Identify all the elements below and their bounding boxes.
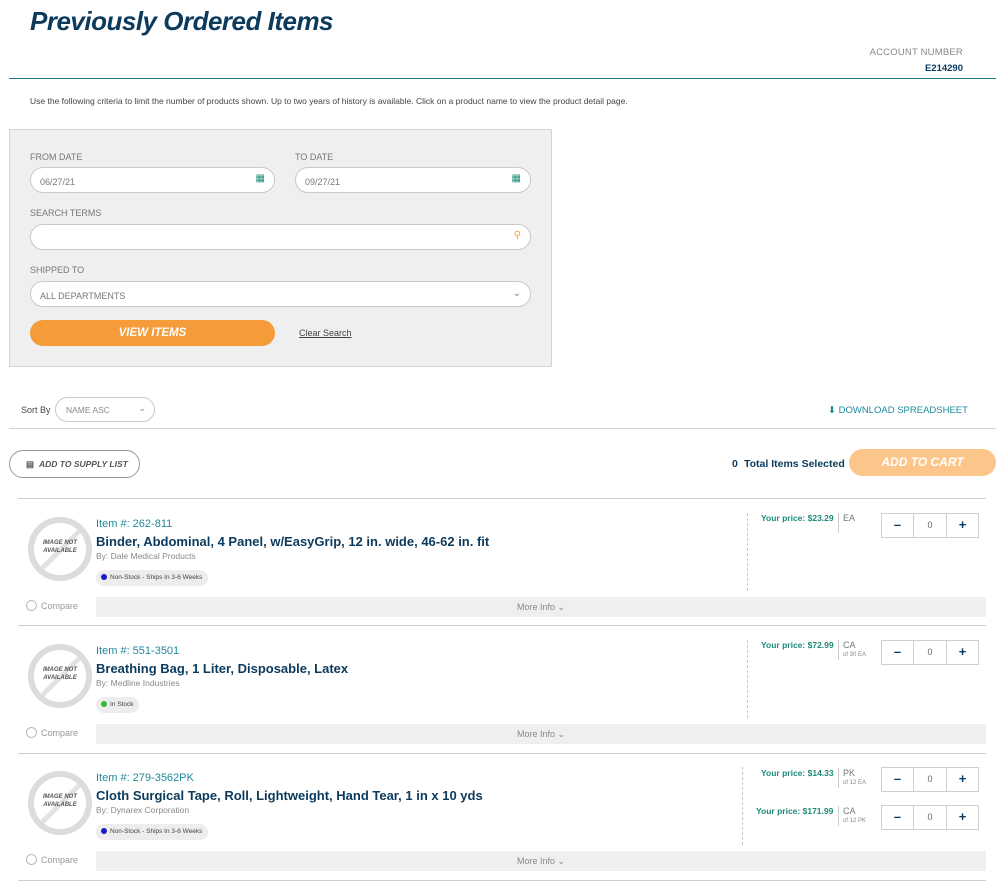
product-card: IMAGE NOT AVAILABLE Item #: 279-3562PK C… [18, 753, 986, 880]
decrement-button[interactable]: – [882, 768, 914, 791]
product-card: IMAGE NOT AVAILABLE Item #: 262-811 Bind… [18, 499, 986, 626]
supply-list-label: ADD TO SUPPLY LIST [39, 459, 128, 469]
unit: CA of 12 PK [838, 806, 866, 826]
sort-by-label: Sort By [21, 405, 51, 415]
unit: EA [838, 513, 855, 533]
manufacturer: By: Dynarex Corporation [96, 805, 190, 815]
product-card: IMAGE NOT AVAILABLE Item #: 551-3501 Bre… [18, 626, 986, 753]
add-to-supply-list-button[interactable]: ▤ ADD TO SUPPLY LIST [9, 450, 140, 478]
no-image-placeholder: IMAGE NOT AVAILABLE [28, 644, 92, 708]
more-info-toggle[interactable]: More Info ⌄ [96, 851, 986, 871]
stock-dot-icon [101, 828, 107, 834]
list-divider [18, 880, 986, 881]
view-items-button[interactable]: VIEW ITEMS [30, 320, 275, 346]
more-info-toggle[interactable]: More Info ⌄ [96, 724, 986, 744]
radio-icon [26, 854, 37, 865]
shipped-to-label: SHIPPED TO [30, 265, 85, 275]
increment-button[interactable]: + [946, 641, 978, 664]
more-info-toggle[interactable]: More Info ⌄ [96, 597, 986, 617]
chevron-down-icon: ⌄ [512, 288, 521, 299]
decrement-button[interactable]: – [882, 514, 914, 537]
download-icon: ⬇ [828, 405, 836, 416]
price-divider [747, 640, 748, 718]
product-name-link[interactable]: Binder, Abdominal, 4 Panel, w/EasyGrip, … [96, 534, 489, 549]
to-date-label: TO DATE [295, 152, 334, 162]
radio-icon [26, 727, 37, 738]
unit: PK of 12 EA [838, 768, 866, 788]
to-date-input[interactable]: 09/27/21 ▦ [295, 167, 531, 193]
price-divider [747, 513, 748, 591]
search-icon[interactable]: ⚲ [514, 230, 521, 241]
manufacturer: By: Dale Medical Products [96, 551, 196, 561]
shipped-to-value: ALL DEPARTMENTS [40, 291, 126, 301]
increment-button[interactable]: + [946, 514, 978, 537]
sort-divider [9, 428, 996, 429]
account-number: E214290 [924, 63, 963, 74]
chevron-down-icon: ⌄ [138, 403, 146, 413]
chevron-down-icon: ⌄ [557, 729, 566, 739]
quantity-value[interactable]: 0 [914, 768, 946, 791]
compare-checkbox[interactable]: Compare [26, 727, 78, 738]
decrement-button[interactable]: – [882, 641, 914, 664]
quantity-value[interactable]: 0 [914, 641, 946, 664]
download-label: DOWNLOAD SPREADSHEET [838, 405, 968, 416]
from-date-label: FROM DATE [30, 152, 83, 162]
compare-checkbox[interactable]: Compare [26, 600, 78, 611]
from-date-value: 06/27/21 [40, 177, 76, 187]
total-items-label: Total Items Selected [744, 458, 845, 470]
filter-panel: FROM DATE 06/27/21 ▦ TO DATE 09/27/21 ▦ … [9, 129, 552, 367]
from-date-input[interactable]: 06/27/21 ▦ [30, 167, 275, 193]
stock-badge: In Stock [96, 697, 140, 713]
item-number: Item #: 262-811 [96, 518, 173, 530]
calendar-icon[interactable]: ▦ [512, 173, 521, 184]
increment-button[interactable]: + [946, 806, 978, 829]
quantity-stepper[interactable]: – 0 + [881, 513, 979, 538]
no-image-placeholder: IMAGE NOT AVAILABLE [28, 771, 92, 835]
chevron-down-icon: ⌄ [557, 856, 566, 866]
page-title: Previously Ordered Items [30, 6, 334, 36]
price: Your price: $72.99 [761, 640, 834, 650]
radio-icon [26, 600, 37, 611]
chevron-down-icon: ⌄ [557, 602, 566, 612]
calendar-icon[interactable]: ▦ [256, 173, 265, 184]
search-input[interactable]: ⚲ [30, 224, 531, 250]
instructions-text: Use the following criteria to limit the … [30, 96, 628, 106]
to-date-value: 09/27/21 [305, 177, 341, 187]
price: Your price: $23.29 [761, 513, 834, 523]
item-number: Item #: 279-3562PK [96, 772, 194, 784]
quantity-stepper[interactable]: – 0 + [881, 767, 979, 792]
increment-button[interactable]: + [946, 768, 978, 791]
sort-value: NAME ASC [66, 405, 110, 415]
sort-select[interactable]: NAME ASC ⌄ [55, 397, 155, 422]
stock-badge: Non-Stock - Ships In 3-6 Weeks [96, 570, 209, 586]
download-spreadsheet-link[interactable]: ⬇ DOWNLOAD SPREADSHEET [828, 405, 968, 416]
quantity-stepper[interactable]: – 0 + [881, 805, 979, 830]
unit: CA of 30 EA [838, 640, 866, 660]
item-number: Item #: 551-3501 [96, 645, 180, 657]
no-image-placeholder: IMAGE NOT AVAILABLE [28, 517, 92, 581]
header-divider [9, 78, 996, 79]
stock-dot-icon [101, 574, 107, 580]
stock-dot-icon [101, 701, 107, 707]
search-terms-label: SEARCH TERMS [30, 208, 102, 218]
total-items-count: 0 [732, 458, 738, 470]
quantity-value[interactable]: 0 [914, 514, 946, 537]
shipped-to-select[interactable]: ALL DEPARTMENTS ⌄ [30, 281, 531, 307]
quantity-stepper[interactable]: – 0 + [881, 640, 979, 665]
compare-checkbox[interactable]: Compare [26, 854, 78, 865]
account-number-label: ACCOUNT NUMBER [869, 47, 963, 58]
manufacturer: By: Medline Industries [96, 678, 180, 688]
decrement-button[interactable]: – [882, 806, 914, 829]
price: Your price: $171.99 [756, 806, 834, 816]
list-icon: ▤ [26, 459, 35, 469]
add-to-cart-button[interactable]: ADD TO CART [849, 449, 996, 476]
product-name-link[interactable]: Breathing Bag, 1 Liter, Disposable, Late… [96, 661, 348, 676]
price: Your price: $14.33 [761, 768, 834, 778]
price-divider [742, 767, 743, 845]
quantity-value[interactable]: 0 [914, 806, 946, 829]
clear-search-link[interactable]: Clear Search [299, 328, 352, 338]
product-name-link[interactable]: Cloth Surgical Tape, Roll, Lightweight, … [96, 788, 483, 803]
stock-badge: Non-Stock - Ships In 3-6 Weeks [96, 824, 209, 840]
